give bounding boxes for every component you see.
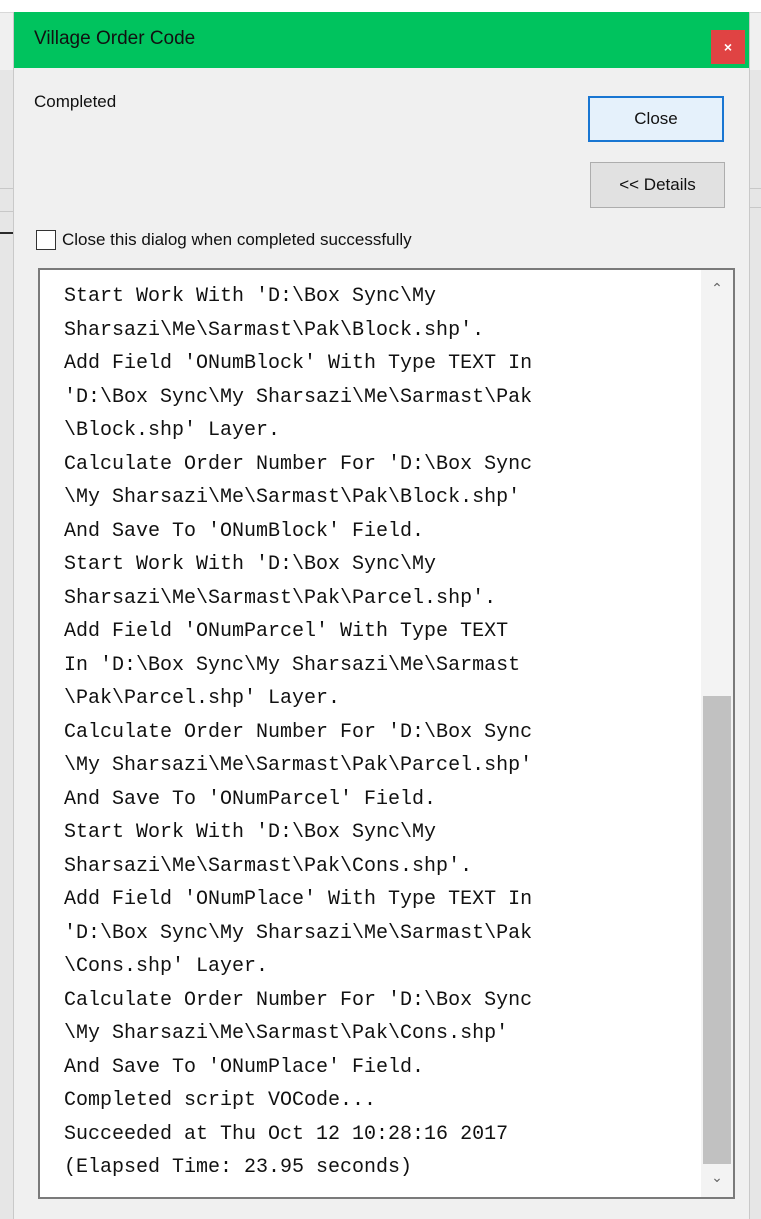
log-line: In 'D:\Box Sync\My Sharsazi\Me\Sarmast xyxy=(64,653,521,677)
log-line: Add Field 'ONumBlock' With Type TEXT In xyxy=(64,352,533,375)
log-line: Succeeded at Thu Oct 12 10:28:16 2017 xyxy=(64,1122,509,1146)
log-line: And Save To 'ONumParcel' Field. xyxy=(64,787,437,811)
vertical-scrollbar[interactable]: ⌃ ⌄ xyxy=(701,270,733,1197)
log-line: Start Work With 'D:\Box Sync\My xyxy=(64,553,437,576)
close-icon[interactable]: × xyxy=(711,30,745,64)
log-line: \Cons.shp' Layer. xyxy=(64,955,269,978)
log-line: Sharsazi\Me\Sarmast\Pak\Cons.shp'. xyxy=(64,854,473,878)
status-label: Completed xyxy=(34,92,117,111)
log-line: \My Sharsazi\Me\Sarmast\Pak\Cons.shp' xyxy=(64,1022,509,1045)
village-order-code-dialog: Village Order Code × Completed Close << … xyxy=(13,12,750,1219)
log-line: And Save To 'ONumPlace' Field. xyxy=(64,1055,425,1079)
close-button[interactable]: Close xyxy=(588,96,724,142)
log-line: And Save To 'ONumBlock' Field. xyxy=(64,519,425,543)
auto-close-checkbox[interactable] xyxy=(36,230,56,250)
log-line: Calculate Order Number For 'D:\Box Sync xyxy=(64,720,533,744)
dialog-title: Village Order Code xyxy=(34,28,196,49)
chevron-up-icon[interactable]: ⌃ xyxy=(701,274,733,304)
log-line: \My Sharsazi\Me\Sarmast\Pak\Block.shp' xyxy=(64,486,521,509)
log-line: Start Work With 'D:\Box Sync\My xyxy=(64,821,437,844)
log-text: Start Work With 'D:\Box Sync\My Sharsazi… xyxy=(64,280,694,1185)
auto-close-option[interactable]: Close this dialog when completed success… xyxy=(36,228,412,252)
log-line: 'D:\Box Sync\My Sharsazi\Me\Sarmast\Pak xyxy=(64,921,533,945)
scroll-thumb[interactable] xyxy=(703,696,731,1164)
background-left-edge xyxy=(0,70,13,1219)
log-line: Sharsazi\Me\Sarmast\Pak\Block.shp'. xyxy=(64,318,485,342)
log-line: Add Field 'ONumParcel' With Type TEXT xyxy=(64,620,509,643)
details-log[interactable]: Start Work With 'D:\Box Sync\My Sharsazi… xyxy=(38,268,735,1199)
auto-close-label[interactable]: Close this dialog when completed success… xyxy=(62,230,412,250)
log-line: Calculate Order Number For 'D:\Box Sync xyxy=(64,988,533,1012)
log-line: Completed script VOCode... xyxy=(64,1089,377,1112)
log-line: \Block.shp' Layer. xyxy=(64,419,281,442)
log-line: Add Field 'ONumPlace' With Type TEXT In xyxy=(64,888,533,911)
log-line: (Elapsed Time: 23.95 seconds) xyxy=(64,1156,413,1179)
details-toggle-button[interactable]: << Details xyxy=(590,162,725,208)
log-line: \Pak\Parcel.shp' Layer. xyxy=(64,687,341,710)
background-divider xyxy=(0,188,13,212)
log-line: Sharsazi\Me\Sarmast\Pak\Parcel.shp'. xyxy=(64,586,497,610)
background-divider xyxy=(0,232,13,234)
log-line: Calculate Order Number For 'D:\Box Sync xyxy=(64,452,533,476)
chevron-down-icon[interactable]: ⌄ xyxy=(701,1163,733,1193)
log-line: \My Sharsazi\Me\Sarmast\Pak\Parcel.shp' xyxy=(64,754,533,777)
title-bar[interactable]: Village Order Code × xyxy=(14,12,749,68)
log-line: Start Work With 'D:\Box Sync\My xyxy=(64,285,437,308)
log-line: 'D:\Box Sync\My Sharsazi\Me\Sarmast\Pak xyxy=(64,385,533,409)
